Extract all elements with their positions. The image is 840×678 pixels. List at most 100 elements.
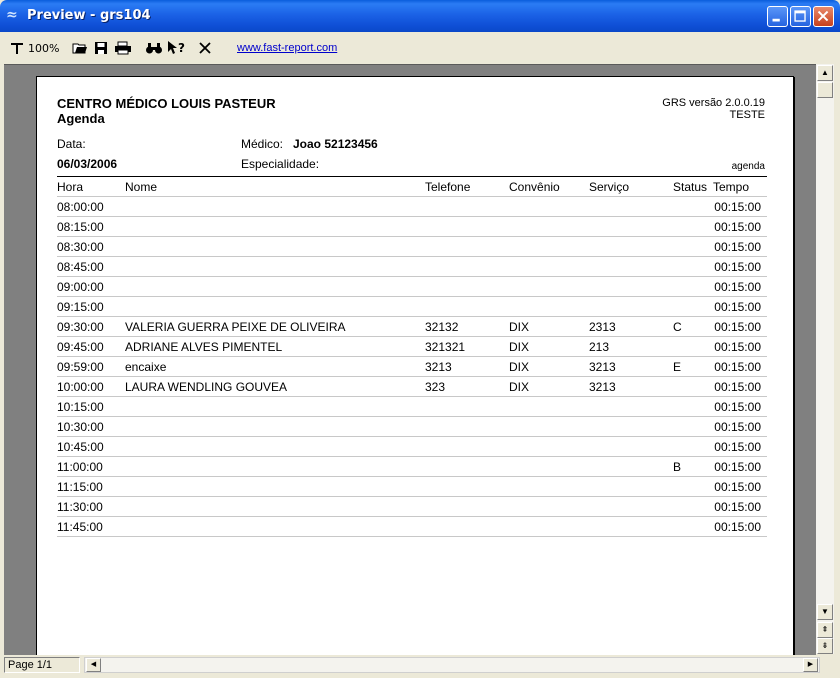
cell-hora: 10:15:00 — [57, 400, 104, 414]
print-icon — [115, 41, 131, 55]
minimize-icon — [772, 18, 780, 22]
cell-telefone: 32132 — [425, 320, 459, 334]
scroll-thumb[interactable] — [817, 82, 833, 98]
open-icon — [72, 43, 87, 54]
version-text: GRS versão 2.0.0.19 — [662, 97, 765, 109]
help-button[interactable]: ? — [166, 37, 188, 59]
scroll-down-button[interactable]: ▼ — [817, 604, 833, 620]
cell-tempo: 00:15:00 — [714, 340, 761, 354]
horizontal-scrollbar[interactable]: ◀ ▶ — [84, 657, 820, 673]
cell-tempo: 00:15:00 — [714, 240, 761, 254]
row-rule — [57, 376, 767, 377]
col-telefone: Telefone — [425, 180, 471, 194]
print-button[interactable] — [112, 37, 134, 59]
open-button[interactable] — [70, 37, 90, 59]
scroll-right-button[interactable]: ▶ — [803, 658, 818, 672]
report-viewport[interactable]: CENTRO MÉDICO LOUIS PASTEUR Agenda GRS v… — [4, 64, 816, 655]
cell-hora: 08:45:00 — [57, 260, 104, 274]
cell-tempo: 00:15:00 — [714, 440, 761, 454]
row-rule — [57, 316, 767, 317]
status-bar: Page 1/1 ◀ ▶ — [4, 655, 836, 675]
zoom-button[interactable]: 100% — [10, 37, 60, 59]
column-header-rule — [57, 196, 767, 197]
cell-nome: LAURA WENDLING GOUVEA — [125, 380, 288, 394]
zoom-level: 100% — [28, 41, 60, 55]
row-rule — [57, 216, 767, 217]
col-tempo: Tempo — [713, 180, 750, 194]
report-date: 06/03/2006 — [57, 157, 118, 171]
cell-hora: 11:30:00 — [57, 500, 103, 514]
find-button[interactable] — [144, 37, 164, 59]
cell-hora: 09:59:00 — [57, 360, 104, 374]
next-page-button[interactable]: ⇟ — [817, 638, 833, 654]
exit-button[interactable] — [196, 37, 214, 59]
row-rule — [57, 356, 767, 357]
col-nome: Nome — [125, 180, 158, 194]
cell-tempo: 00:15:00 — [714, 300, 761, 314]
cell-hora: 09:30:00 — [57, 320, 104, 334]
cell-tempo: 00:15:00 — [714, 320, 761, 334]
cell-tempo: 00:15:00 — [714, 220, 761, 234]
window-title: Preview - grs104 — [27, 8, 151, 23]
row-rule — [57, 276, 767, 277]
col-servico: Serviço — [589, 180, 630, 194]
save-icon — [95, 42, 107, 54]
row-rule — [57, 336, 767, 337]
cell-tempo: 00:15:00 — [714, 400, 761, 414]
maximize-icon — [794, 10, 806, 22]
cell-tempo: 00:15:00 — [714, 280, 761, 294]
close-button[interactable] — [813, 6, 834, 27]
scroll-up-button[interactable]: ▲ — [817, 65, 833, 81]
especialidade-label: Especialidade: — [241, 157, 320, 171]
cell-hora: 08:15:00 — [57, 220, 104, 234]
row-rule — [57, 256, 767, 257]
medico-name: Joao 52123456 — [293, 137, 378, 151]
row-rule — [57, 476, 767, 477]
cell-convenio: DIX — [509, 320, 530, 334]
cell-hora: 10:45:00 — [57, 440, 104, 454]
exit-icon — [199, 42, 211, 54]
cell-hora: 11:15:00 — [57, 480, 103, 494]
maximize-button[interactable] — [790, 6, 811, 27]
scroll-left-button[interactable]: ◀ — [86, 658, 101, 672]
cell-servico: 3213 — [589, 360, 616, 374]
cell-convenio: DIX — [509, 360, 530, 374]
report-tag: agenda — [731, 161, 765, 172]
vertical-scrollbar[interactable]: ▲ ▼ ⇞ ⇟ — [816, 64, 834, 654]
row-rule — [57, 456, 767, 457]
cell-tempo: 00:15:00 — [714, 360, 761, 374]
cell-tempo: 00:15:00 — [714, 200, 761, 214]
cell-tempo: 00:15:00 — [714, 500, 761, 514]
cell-telefone: 323 — [425, 380, 446, 394]
cell-hora: 08:00:00 — [57, 200, 104, 214]
minimize-button[interactable] — [767, 6, 788, 27]
cell-servico: 213 — [589, 340, 610, 354]
toolbar: 100% ? www.fast-report.com — [4, 34, 836, 62]
prev-page-button[interactable]: ⇞ — [817, 622, 833, 638]
cell-status: E — [673, 360, 682, 374]
data-label: Data: — [57, 137, 86, 151]
medico-label: Médico: — [241, 137, 284, 151]
cell-nome: encaixe — [125, 360, 167, 374]
row-rule — [57, 516, 767, 517]
preview-window: ≈ Preview - grs104 100% ? www.fast-repor… — [0, 0, 840, 678]
find-icon — [146, 43, 162, 54]
cell-tempo: 00:15:00 — [714, 460, 761, 474]
cell-hora: 11:00:00 — [57, 460, 103, 474]
cell-tempo: 00:15:00 — [714, 480, 761, 494]
row-rule — [57, 396, 767, 397]
svg-text:?: ? — [178, 41, 185, 55]
page-indicator: Page 1/1 — [4, 657, 80, 673]
row-rule — [57, 436, 767, 437]
title-bar[interactable]: ≈ Preview - grs104 — [0, 0, 840, 32]
cell-telefone: 321321 — [425, 340, 466, 354]
fastreport-link[interactable]: www.fast-report.com — [237, 42, 337, 54]
save-button[interactable] — [92, 37, 110, 59]
environment-text: TESTE — [729, 109, 765, 121]
cell-hora: 11:45:00 — [57, 520, 103, 534]
help-icon: ? — [168, 41, 185, 55]
row-rule — [57, 296, 767, 297]
cell-hora: 08:30:00 — [57, 240, 104, 254]
cell-servico: 2313 — [589, 320, 616, 334]
row-rule — [57, 496, 767, 497]
